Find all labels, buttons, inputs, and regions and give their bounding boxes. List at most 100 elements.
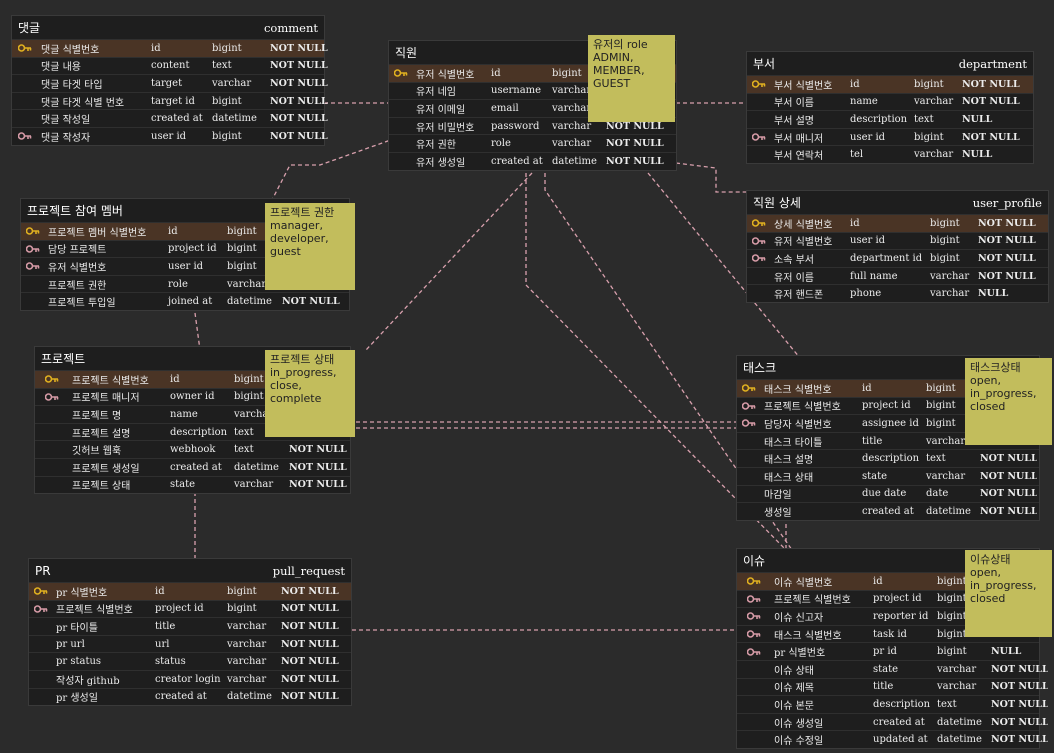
column-name: email <box>491 102 519 114</box>
column-name: password <box>491 120 540 132</box>
table-row[interactable]: pr 식별번호 id bigint NOT NULL <box>29 582 351 600</box>
column-label: 댓글 내용 <box>41 62 81 74</box>
table-row[interactable]: 태스크 설명 description text NOT NULL <box>737 449 1039 467</box>
table-row[interactable]: 이슈 본문 description text NOT NULL <box>737 695 1048 713</box>
table-row[interactable]: 깃허브 웹훅 webhook text NOT NULL <box>35 440 350 458</box>
table-row[interactable]: 댓글 내용 content text NOT NULL <box>12 56 328 75</box>
column-nullability: NOT NULL <box>980 488 1037 500</box>
table-row[interactable]: pr 생성일 created at datetime NOT NULL <box>29 687 351 706</box>
column-label: 유저 권한 <box>416 140 456 152</box>
column-type: varchar <box>234 479 274 491</box>
table-row[interactable]: 댓글 타겟 타입 target varchar NOT NULL <box>12 74 328 92</box>
column-nullability: NOT NULL <box>991 716 1048 728</box>
column-name: content <box>151 60 190 72</box>
column-name: joined at <box>168 296 213 308</box>
table-row[interactable]: 생성일 created at datetime NOT NULL <box>737 502 1039 520</box>
column-type: bigint <box>227 585 257 597</box>
table-row[interactable]: 상세 식별번호 id bigint NOT NULL <box>747 214 1048 232</box>
column-label: 태스크 식별번호 <box>774 630 842 642</box>
table-row[interactable]: 프로젝트 생성일 created at datetime NOT NULL <box>35 457 350 476</box>
key-icon <box>29 605 53 613</box>
table-row[interactable]: 부서 식별번호 id bigint NOT NULL <box>747 75 1033 93</box>
table-row[interactable]: 부서 매니저 user id bigint NOT NULL <box>747 127 1033 146</box>
table-row[interactable]: 댓글 작성자 user id bigint NOT NULL <box>12 126 328 145</box>
table-row[interactable]: 태스크 상태 state varchar NOT NULL <box>737 466 1039 485</box>
table-row[interactable]: 이슈 생성일 created at datetime NOT NULL <box>737 712 1048 731</box>
column-name: id <box>850 78 860 90</box>
table-row[interactable]: 유저 생성일 created at datetime NOT NULL <box>389 151 676 170</box>
key-icon <box>12 44 38 53</box>
column-type: varchar <box>914 96 954 108</box>
column-label: 프로젝트 식별번호 <box>72 375 149 387</box>
column-name: id <box>850 217 860 229</box>
table-row[interactable]: 부서 연락처 tel varchar NULL <box>747 145 1033 163</box>
table-row[interactable]: 유저 핸드폰 phone varchar NULL <box>747 284 1048 302</box>
column-nullability: NOT NULL <box>606 155 664 167</box>
column-label: 프로젝트 투입일 <box>48 298 116 310</box>
column-name: username <box>491 85 542 97</box>
table-row[interactable]: 이슈 제목 title varchar NOT NULL <box>737 677 1048 696</box>
column-nullability: NOT NULL <box>991 681 1048 693</box>
column-label: 유저 식별번호 <box>48 262 107 274</box>
column-name: title <box>862 435 883 447</box>
column-type: varchar <box>914 149 954 161</box>
column-name: name <box>850 96 878 108</box>
column-name: full name <box>850 270 898 282</box>
column-nullability: NOT NULL <box>281 673 339 685</box>
table-row[interactable]: pr 타이틀 title varchar NOT NULL <box>29 617 351 635</box>
table-row[interactable]: 프로젝트 투입일 joined at datetime NOT NULL <box>21 292 349 310</box>
column-name: user id <box>151 130 187 142</box>
key-icon <box>389 69 413 78</box>
column-name: description <box>850 113 908 125</box>
column-name: created at <box>155 691 207 703</box>
table-row[interactable]: 이슈 수정일 updated at datetime NOT NULL <box>737 730 1048 748</box>
column-name: state <box>170 479 196 491</box>
column-type: bigint <box>930 235 960 247</box>
table-row[interactable]: 프로젝트 식별번호 project id bigint NOT NULL <box>29 599 351 618</box>
table-row[interactable]: 댓글 작성일 created at datetime NOT NULL <box>12 109 328 127</box>
table-row[interactable]: 유저 이름 full name varchar NOT NULL <box>747 266 1048 285</box>
column-nullability: NOT NULL <box>978 235 1036 247</box>
column-nullability: NULL <box>978 288 1009 300</box>
column-type: datetime <box>926 505 971 517</box>
table-row[interactable]: 유저 권한 role varchar NOT NULL <box>389 134 676 152</box>
table-title: 댓글 <box>18 21 41 35</box>
table-row[interactable]: 댓글 식별번호 id bigint NOT NULL <box>12 39 328 57</box>
key-icon <box>21 227 45 236</box>
column-label: 유저 식별번호 <box>416 69 475 81</box>
table-row[interactable]: pr status status varchar NOT NULL <box>29 652 351 670</box>
column-label: 프로젝트 식별번호 <box>56 605 133 617</box>
table-row[interactable]: pr 식별번호 pr id bigint NULL <box>737 642 1039 660</box>
table-row[interactable]: pr url url varchar NOT NULL <box>29 634 351 653</box>
column-nullability: NOT NULL <box>978 270 1036 282</box>
key-icon <box>747 133 771 141</box>
table-row[interactable]: 유저 식별번호 user id bigint NOT NULL <box>747 231 1048 250</box>
table-row[interactable]: 소속 부서 department id bigint NOT NULL <box>747 249 1048 267</box>
column-nullability: NOT NULL <box>991 663 1048 675</box>
table-pull-request[interactable]: PR pull_request pr 식별번호 id bigint NOT NULL 프로젝… <box>28 558 352 707</box>
key-icon <box>737 647 771 656</box>
column-name: reporter id <box>873 610 929 622</box>
column-type: text <box>937 698 957 710</box>
key-icon <box>737 419 761 428</box>
table-department[interactable]: 부서 department 부서 식별번호 id bigint NOT NULL 부서 이름… <box>746 51 1034 164</box>
column-label: 댓글 작성일 <box>41 115 91 127</box>
table-row[interactable]: 부서 설명 description text NULL <box>747 110 1033 128</box>
table-row[interactable]: 이슈 상태 state varchar NOT NULL <box>737 659 1048 678</box>
key-icon <box>35 375 69 384</box>
column-label: 부서 이름 <box>774 98 814 110</box>
table-user-profile[interactable]: 직원 상세 user_profile 상세 식별번호 id bigint NOT NULL… <box>746 190 1049 303</box>
column-type: bigint <box>212 95 242 107</box>
column-type: varchar <box>552 120 592 132</box>
column-name: user id <box>850 131 886 143</box>
column-label: pr 식별번호 <box>774 648 826 660</box>
column-label: pr 식별번호 <box>56 587 108 599</box>
table-row[interactable]: 댓글 타겟 식별 번호 target id bigint NOT NULL <box>12 91 328 110</box>
table-comment[interactable]: 댓글 comment 댓글 식별번호 id bigint NOT NULL 댓글 내용 con… <box>11 15 328 146</box>
table-row[interactable]: 마감일 due date date NOT NULL <box>737 484 1039 503</box>
table-row[interactable]: 부서 이름 name varchar NOT NULL <box>747 92 1033 111</box>
column-name: description <box>862 453 920 465</box>
table-row[interactable]: 프로젝트 상태 state varchar NOT NULL <box>35 475 350 494</box>
column-label: 이슈 상태 <box>774 665 814 677</box>
table-row[interactable]: 작성자 github creator login varchar NOT NULL <box>29 669 351 688</box>
